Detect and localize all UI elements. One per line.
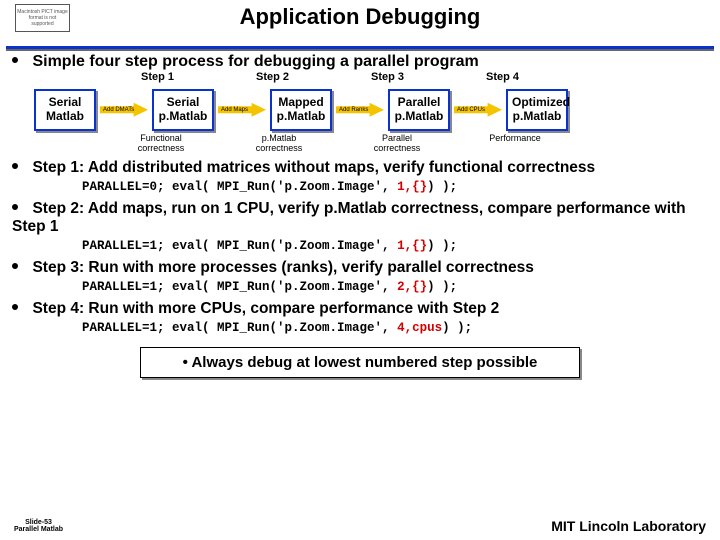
flow-box-optimized-pmatlab: Optimizedp.Matlab: [506, 89, 568, 131]
corr-functional: Functionalcorrectness: [102, 133, 220, 153]
arrow-add-ranks: Add Ranks: [336, 103, 384, 117]
step1-code: PARALLEL=0; eval( MPI_Run('p.Zoom.Image'…: [82, 180, 708, 194]
bullet-icon: [12, 304, 18, 310]
corr-pmatlab: p.Matlabcorrectness: [220, 133, 338, 153]
corr-performance: Performance: [456, 133, 574, 153]
lead-text: Simple four step process for debugging a…: [32, 53, 478, 70]
correctness-labels: Functionalcorrectness p.Matlabcorrectnes…: [102, 133, 708, 153]
step4-code: PARALLEL=1; eval( MPI_Run('p.Zoom.Image'…: [82, 321, 708, 335]
step-label-2: Step 2: [215, 71, 330, 83]
step-label-4: Step 4: [445, 71, 560, 83]
step4-text: Step 4: Run with more CPUs, compare perf…: [32, 300, 499, 317]
arrow-add-dmats: Add DMATs: [100, 103, 148, 117]
step-labels: Step 1 Step 2 Step 3 Step 4: [100, 71, 708, 83]
step2-text: Step 2: Add maps, run on 1 CPU, verify p…: [12, 200, 686, 235]
bullet-icon: [12, 57, 18, 63]
step3-text: Step 3: Run with more processes (ranks),…: [32, 259, 533, 276]
arrow-add-maps: Add Maps: [218, 103, 266, 117]
step1-text: Step 1: Add distributed matrices without…: [32, 159, 595, 176]
bullet-icon: [12, 163, 18, 169]
org-label: MIT Lincoln Laboratory: [551, 518, 706, 534]
step3-code: PARALLEL=1; eval( MPI_Run('p.Zoom.Image'…: [82, 280, 708, 294]
corr-parallel: Parallelcorrectness: [338, 133, 456, 153]
slide-title: Application Debugging: [0, 0, 720, 30]
flow-box-parallel-pmatlab: Parallelp.Matlab: [388, 89, 450, 131]
slide-number: Slide-53 Parallel Matlab: [14, 519, 63, 534]
arrow-add-cpus: Add CPUs: [454, 103, 502, 117]
bullet-icon: [12, 204, 18, 210]
flow-box-serial-matlab: SerialMatlab: [34, 89, 96, 131]
broken-image-placeholder: Macintosh PICT image format is not suppo…: [15, 4, 70, 32]
flow-box-serial-pmatlab: Serialp.Matlab: [152, 89, 214, 131]
bullet-icon: [12, 263, 18, 269]
debug-advice-box: • Always debug at lowest numbered step p…: [140, 347, 580, 378]
step-label-3: Step 3: [330, 71, 445, 83]
step2-code: PARALLEL=1; eval( MPI_Run('p.Zoom.Image'…: [82, 239, 708, 253]
flow-box-mapped-pmatlab: Mappedp.Matlab: [270, 89, 332, 131]
step-label-1: Step 1: [100, 71, 215, 83]
flow-diagram: SerialMatlab Add DMATs Serialp.Matlab Ad…: [34, 89, 708, 131]
